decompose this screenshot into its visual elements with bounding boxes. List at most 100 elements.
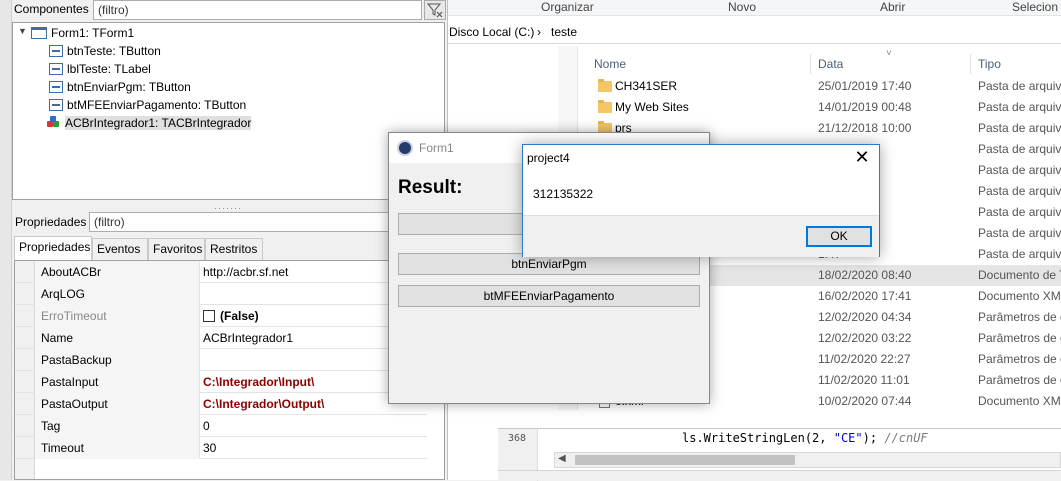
form-icon bbox=[31, 27, 47, 39]
file-date: 21/12/2018 10:00 bbox=[818, 121, 912, 135]
property-value[interactable]: 0 bbox=[200, 415, 213, 437]
components-filter-input[interactable]: (filtro) bbox=[93, 0, 422, 20]
tab-eventos[interactable]: Eventos bbox=[92, 238, 148, 260]
tree-node-form1[interactable]: Form1: TForm1 bbox=[31, 26, 134, 44]
property-value[interactable]: 30 bbox=[200, 437, 219, 459]
file-type: Pasta de arquivos bbox=[978, 205, 1061, 219]
btmfeenviarpagamento-button[interactable]: btMFEEnviarPagamento bbox=[398, 285, 700, 307]
property-row[interactable]: Timeout 30 bbox=[15, 437, 427, 459]
file-row[interactable]: My Web Sites 14/01/2019 00:48 Pasta de arq… bbox=[588, 97, 1061, 118]
property-value[interactable]: ACBrIntegrador1 bbox=[200, 327, 296, 349]
scrollbar-thumb[interactable] bbox=[575, 455, 795, 465]
file-type: Pasta de arquivos bbox=[978, 100, 1061, 114]
tab-restritos[interactable]: Restritos bbox=[205, 238, 263, 260]
tab-favoritos[interactable]: Favoritos bbox=[148, 238, 205, 260]
file-type: Parâmetros de c bbox=[978, 373, 1061, 387]
file-type: Pasta de arquivos bbox=[978, 163, 1061, 177]
column-header-name[interactable]: Nome bbox=[594, 57, 626, 71]
editor-status-bar bbox=[498, 470, 1061, 480]
file-type: Documento XM bbox=[978, 394, 1061, 408]
property-value-text: C:\Integrador\Input\ bbox=[203, 375, 315, 389]
property-row[interactable]: PastaBackup bbox=[15, 349, 427, 371]
lazarus-paw-icon bbox=[397, 140, 413, 156]
breadcrumb-drive[interactable]: Disco Local (C:) bbox=[449, 25, 534, 39]
code-text: ls.WriteStringLen(2, bbox=[682, 431, 834, 445]
property-value[interactable]: http://acbr.sf.net bbox=[200, 261, 291, 283]
dialog-footer: OK bbox=[523, 215, 879, 257]
file-date: 12/02/2020 03:22 bbox=[818, 331, 912, 345]
property-value[interactable]: C:\Integrador\Input\ bbox=[200, 371, 317, 393]
property-row[interactable]: ArqLOG bbox=[15, 283, 427, 305]
file-type: Pasta de arquivos bbox=[978, 184, 1061, 198]
clear-filter-icon[interactable] bbox=[424, 0, 446, 20]
file-type: Documento XM bbox=[978, 289, 1061, 303]
file-date: 18/02/2020 08:40 bbox=[818, 268, 912, 282]
tree-node-acbrintegrador1[interactable]: ACBrIntegrador1: TACBrIntegrador bbox=[47, 116, 252, 134]
property-name: PastaBackup bbox=[35, 349, 200, 371]
object-inspector: Componentes (filtro) ▼ Form1: TForm1 btn… bbox=[0, 0, 448, 480]
file-date: 10/02/2020 07:44 bbox=[818, 394, 912, 408]
button-icon bbox=[49, 81, 63, 93]
folder-icon bbox=[598, 79, 612, 92]
file-type: Parâmetros de c bbox=[978, 352, 1061, 366]
property-value[interactable] bbox=[200, 349, 206, 357]
ribbon-select[interactable]: Selecion bbox=[1012, 0, 1058, 14]
property-row[interactable]: Name ACBrIntegrador1 bbox=[15, 327, 427, 349]
file-row[interactable]: CH341SER 25/01/2019 17:40 Pasta de arquivo… bbox=[588, 76, 1061, 97]
file-type: Parâmetros de c bbox=[978, 310, 1061, 324]
expand-chevron-icon[interactable]: ▼ bbox=[18, 26, 27, 36]
button-icon bbox=[49, 99, 63, 111]
code-line[interactable]: ls.WriteStringLen(2, "CE"); //cnUF bbox=[682, 431, 928, 445]
property-row[interactable]: PastaOutput C:\Integrador\Output\ bbox=[15, 393, 427, 415]
column-header-date[interactable]: Data bbox=[818, 57, 843, 71]
ok-button[interactable]: OK bbox=[806, 226, 872, 247]
property-row[interactable]: AboutACBr http://acbr.sf.net bbox=[15, 261, 427, 283]
property-value[interactable]: (False) bbox=[200, 305, 262, 327]
ribbon-open[interactable]: Abrir bbox=[880, 0, 905, 14]
close-icon[interactable]: ✕ bbox=[850, 146, 874, 170]
ribbon-new[interactable]: Novo bbox=[728, 0, 756, 14]
file-name: My Web Sites bbox=[615, 100, 689, 114]
folder-icon bbox=[598, 100, 612, 113]
property-value[interactable] bbox=[200, 283, 206, 291]
property-value-text: http://acbr.sf.net bbox=[203, 265, 289, 279]
file-date: 16/02/2020 17:41 bbox=[818, 289, 912, 303]
ribbon-organize[interactable]: Organizar bbox=[541, 0, 594, 14]
dialog-title: project4 bbox=[527, 151, 570, 165]
property-name: Timeout bbox=[35, 437, 200, 459]
tree-node-btnteste[interactable]: btnTeste: TButton bbox=[49, 44, 161, 62]
property-value[interactable]: C:\Integrador\Output\ bbox=[200, 393, 327, 415]
tree-node-lblteste[interactable]: lblTeste: TLabel bbox=[49, 62, 151, 80]
address-bar[interactable]: Disco Local (C:) › teste bbox=[448, 22, 1061, 44]
file-type: Pasta de arquivos bbox=[978, 226, 1061, 240]
sort-chevron-icon: ˅ bbox=[886, 48, 892, 59]
file-date: 14/01/2019 00:48 bbox=[818, 100, 912, 114]
horizontal-scrollbar[interactable]: ◀ bbox=[554, 452, 1061, 468]
button-icon bbox=[49, 45, 63, 57]
property-row[interactable]: ErroTimeout (False) bbox=[15, 305, 427, 327]
component-tree: ▼ Form1: TForm1 btnTeste: TButton lblTes… bbox=[12, 22, 445, 200]
property-name: ErroTimeout bbox=[35, 305, 200, 327]
property-name: Name bbox=[35, 327, 200, 349]
file-type: Pasta de arquivos bbox=[978, 79, 1061, 93]
code-text: ); bbox=[862, 431, 885, 445]
result-label: Result: bbox=[398, 177, 463, 198]
property-value-text: C:\Integrador\Output\ bbox=[203, 397, 325, 411]
breadcrumb-folder[interactable]: teste bbox=[551, 25, 577, 39]
scroll-left-icon[interactable]: ◀ bbox=[558, 453, 566, 464]
components-label: Componentes bbox=[14, 2, 89, 16]
tree-node-btmfeenviarpagamento[interactable]: btMFEEnviarPagamento: TButton bbox=[49, 98, 246, 116]
file-type: Documento de T bbox=[978, 268, 1061, 282]
message-dialog[interactable]: project4 ✕ 312135322 OK bbox=[522, 144, 880, 257]
tab-propriedades[interactable]: Propriedades bbox=[14, 236, 92, 260]
property-name: AboutACBr bbox=[35, 261, 200, 283]
tree-node-btnenviarpgm[interactable]: btnEnviarPgm: TButton bbox=[49, 80, 191, 98]
property-row[interactable]: Tag 0 bbox=[15, 415, 427, 437]
checkbox[interactable] bbox=[203, 310, 215, 322]
property-row[interactable]: PastaInput C:\Integrador\Input\ bbox=[15, 371, 427, 393]
column-divider[interactable] bbox=[970, 54, 971, 74]
file-type: Pasta de arquivos bbox=[978, 121, 1061, 135]
column-divider[interactable] bbox=[810, 54, 811, 74]
property-value-text: 0 bbox=[203, 419, 210, 433]
column-header-type[interactable]: Tipo bbox=[978, 57, 1001, 71]
